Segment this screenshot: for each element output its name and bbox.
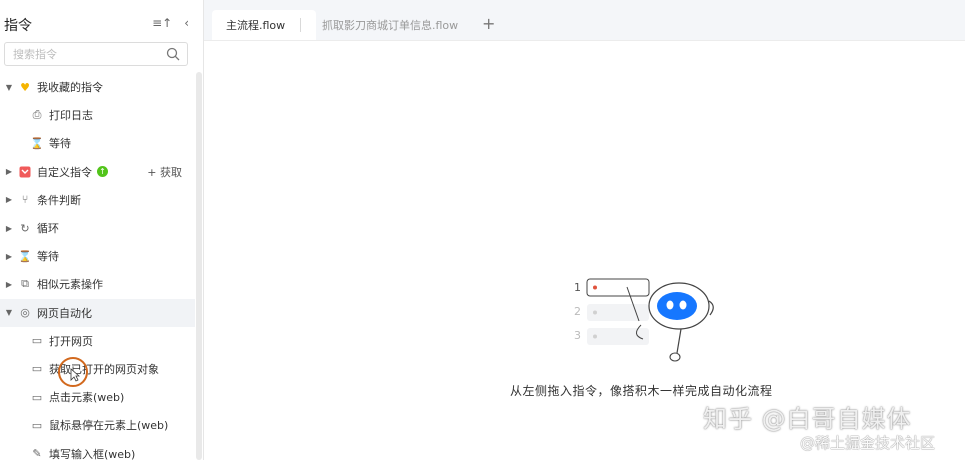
command-open-webpage[interactable]: ▭ 打开网页 [0,327,195,355]
expand-caret-icon[interactable]: ▼ [4,83,14,92]
loop-group[interactable]: ▶ ↻ 循环 [0,214,195,242]
group-label: 网页自动化 [37,306,92,320]
group-label: 条件判断 [37,193,81,207]
command-sidebar: 指令 ≡↑ ‹ ▼ ♥ 我收藏的指令 ⎙ 打印日志 ⌛ 等待 ▶ [0,0,204,461]
command-label: 打开网页 [49,334,93,348]
tab-bar: 主流程.flow 抓取影刀商城订单信息.flow + [204,0,965,41]
web-icon: ◎ [20,306,30,320]
step-number: 1 [574,281,581,294]
command-hover-element[interactable]: ▭ 鼠标悬停在元素上(web) [0,411,195,439]
custom-command-icon [18,165,32,179]
condition-group[interactable]: ▶ ⑂ 条件判断 [0,186,195,214]
expand-caret-icon[interactable]: ▶ [4,252,14,261]
custom-commands-label: 自定义指令 [37,165,92,179]
similar-elements-icon: ⧉ [21,277,29,291]
command-get-opened-webpage[interactable]: ▭ 获取已打开的网页对象 [0,355,195,383]
collapse-left-icon[interactable]: ‹ [184,16,189,30]
group-label: 等待 [37,250,59,264]
command-label: 填写输入框(web) [49,447,136,461]
mouse-cursor-icon [70,368,80,382]
expand-caret-icon[interactable]: ▶ [4,280,14,289]
hourglass-icon: ⌛ [30,136,44,150]
click-element-icon: ▭ [31,390,43,404]
similar-elements-group[interactable]: ▶ ⧉ 相似元素操作 [0,270,195,298]
loop-icon: ↻ [20,221,30,235]
favorites-label: 我收藏的指令 [37,81,103,95]
upgrade-badge-icon: ↑ [97,166,108,178]
search-icon[interactable] [165,46,181,62]
printer-icon: ⎙ [32,108,42,122]
group-label: 循环 [37,222,59,236]
browser-window-icon: ▭ [31,334,43,348]
sidebar-header: 指令 ≡↑ ‹ [0,10,195,38]
step-number: 2 [574,305,581,318]
expand-caret-icon[interactable]: ▶ [4,167,14,176]
get-command-button[interactable]: + 获取 [147,164,182,180]
command-print-log[interactable]: ⎙ 打印日志 [0,101,195,129]
tab-scrape-orders-flow[interactable]: 抓取影刀商城订单信息.flow [308,10,472,40]
wait-group[interactable]: ▶ ⌛ 等待 [0,242,195,270]
add-tab-icon[interactable]: + [482,14,495,33]
sidebar-title: 指令 [4,18,32,34]
command-wait-favorite[interactable]: ⌛ 等待 [0,129,195,157]
group-label: 相似元素操作 [37,278,103,292]
expand-caret-icon[interactable]: ▶ [4,224,14,233]
tab-label: 主流程.flow [226,19,286,32]
watermark-zhihu: 知乎 @白哥自媒体 [703,405,912,433]
step-number: 3 [574,329,581,342]
expand-caret-icon[interactable]: ▶ [4,195,14,204]
command-label: 打印日志 [49,109,93,123]
heart-icon: ♥ [20,80,30,94]
condition-icon: ⑂ [21,193,29,207]
empty-state-hint: 从左侧拖入指令，像搭积木一样完成自动化流程 [510,384,773,398]
tab-divider [300,18,301,32]
tab-label: 抓取影刀商城订单信息.flow [322,19,459,32]
command-search-input[interactable] [11,45,165,64]
command-label: 点击元素(web) [49,391,125,405]
web-automation-group[interactable]: ▼ ◎ 网页自动化 [0,298,195,327]
command-fill-input[interactable]: ✎ 填写输入框(web) [0,439,195,467]
expand-caret-icon[interactable]: ▼ [4,308,14,317]
command-click-element[interactable]: ▭ 点击元素(web) [0,383,195,411]
sidebar-tools: ≡↑ ‹ [152,16,189,30]
sort-icon[interactable]: ≡↑ [152,16,172,30]
favorites-group[interactable]: ▼ ♥ 我收藏的指令 [0,73,195,101]
command-label: 等待 [49,137,71,151]
hourglass-icon: ⌛ [18,249,32,263]
browser-window-icon: ▭ [31,362,43,376]
command-list: ▼ ♥ 我收藏的指令 ⎙ 打印日志 ⌛ 等待 ▶ 自定义指令 ↑ + 获取 ▶ … [0,73,195,468]
sidebar-scrollbar[interactable] [196,72,202,460]
command-search [4,42,188,66]
empty-state-illustration: 1 2 3 [574,278,714,362]
watermark-juejin: @稀土掘金技术社区 [800,434,936,452]
input-box-icon: ✎ [32,447,42,461]
command-label: 鼠标悬停在元素上(web) [49,419,169,433]
flow-canvas[interactable]: 1 2 3 从左侧拖入指令，像搭积木一样完成自动化流程 [204,41,965,460]
hover-element-icon: ▭ [31,418,43,432]
custom-commands-group[interactable]: ▶ 自定义指令 ↑ + 获取 [0,158,195,186]
